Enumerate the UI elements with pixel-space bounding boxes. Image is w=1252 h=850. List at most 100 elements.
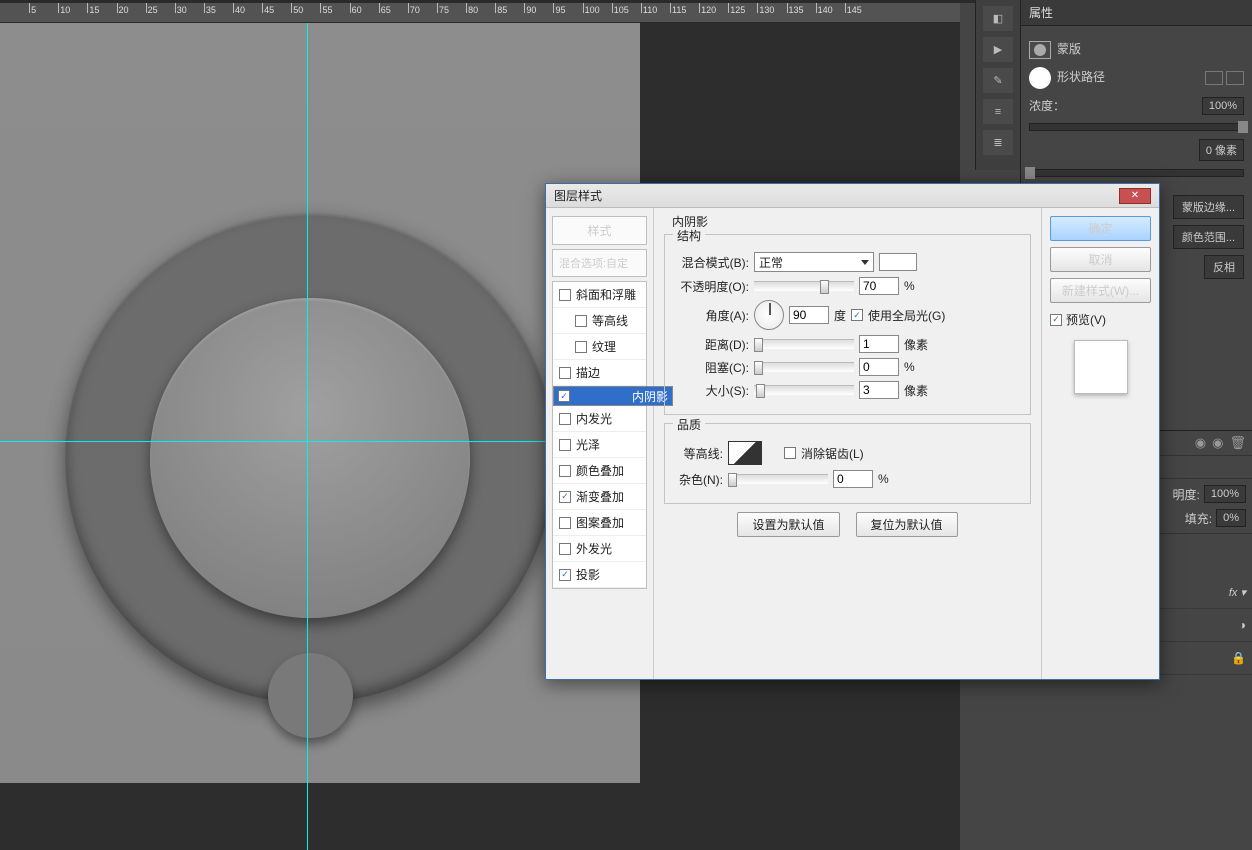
choke-slider[interactable] — [754, 362, 854, 372]
opacity-slider[interactable] — [754, 281, 854, 291]
guide-vertical[interactable] — [307, 23, 308, 850]
tool-icon[interactable]: ◧ — [983, 6, 1013, 31]
layers-icon[interactable]: ≣ — [983, 130, 1013, 155]
shape-thumb-icon — [1029, 67, 1051, 89]
style-checkbox[interactable] — [559, 413, 571, 425]
contour-picker[interactable] — [728, 441, 762, 465]
style-item[interactable]: 光泽 — [553, 432, 646, 458]
adjust-icon[interactable]: ≡ — [983, 99, 1013, 124]
style-item[interactable]: 内发光 — [553, 406, 646, 432]
px-unit: 像素 — [904, 382, 928, 399]
preview-checkbox[interactable] — [1050, 314, 1062, 326]
style-checkbox[interactable] — [559, 517, 571, 529]
new-style-button[interactable]: 新建样式(W)... — [1050, 278, 1151, 303]
style-label: 等高线 — [592, 312, 628, 329]
play-icon[interactable]: ▶ — [983, 37, 1013, 62]
style-checkbox[interactable] — [575, 341, 587, 353]
lock-icon[interactable]: 🔒 — [1231, 651, 1246, 665]
style-item[interactable]: 颜色叠加 — [553, 458, 646, 484]
style-label: 光泽 — [576, 436, 600, 453]
size-input[interactable] — [859, 381, 899, 399]
noise-input[interactable] — [833, 470, 873, 488]
styles-heading[interactable]: 样式 — [552, 216, 647, 245]
chevron-down-icon — [861, 260, 869, 265]
choke-input[interactable] — [859, 358, 899, 376]
size-label: 大小(S): — [675, 382, 749, 399]
shape-pin — [268, 653, 353, 738]
invert-button[interactable]: 反相 — [1204, 255, 1244, 279]
antialias-checkbox[interactable] — [784, 447, 796, 459]
mask-icon — [1029, 41, 1051, 59]
style-item[interactable]: 外发光 — [553, 536, 646, 562]
style-item[interactable]: 渐变叠加 — [553, 484, 646, 510]
angle-input[interactable] — [789, 306, 829, 324]
distance-input[interactable] — [859, 335, 899, 353]
style-item[interactable]: 描边 — [553, 360, 646, 386]
angle-dial[interactable] — [754, 300, 784, 330]
style-checkbox[interactable] — [559, 465, 571, 477]
angle-label: 角度(A): — [675, 307, 749, 324]
density-value[interactable]: 100% — [1202, 97, 1244, 115]
noise-slider[interactable] — [728, 474, 828, 484]
style-checkbox[interactable] — [559, 439, 571, 451]
reset-default-button[interactable]: 复位为默认值 — [856, 512, 958, 537]
dialog-titlebar[interactable]: 图层样式 ✕ — [546, 184, 1159, 208]
style-label: 描边 — [576, 364, 600, 381]
blend-mode-select[interactable]: 正常 — [754, 252, 874, 272]
properties-tab[interactable]: 属性 — [1021, 0, 1252, 26]
px-unit: 像素 — [904, 336, 928, 353]
layer-fill-value[interactable]: 0% — [1216, 509, 1246, 527]
percent-unit: % — [878, 472, 889, 486]
feather-value[interactable]: 0 像素 — [1199, 139, 1244, 161]
style-label: 颜色叠加 — [576, 462, 624, 479]
style-checkbox[interactable] — [558, 390, 570, 402]
style-list-column: 样式 混合选项:自定 斜面和浮雕等高线纹理描边内阴影内发光光泽颜色叠加渐变叠加图… — [546, 208, 654, 679]
style-item[interactable]: 纹理 — [553, 334, 646, 360]
style-checkbox[interactable] — [559, 491, 571, 503]
select-icon[interactable] — [1226, 71, 1244, 85]
set-default-button[interactable]: 设置为默认值 — [737, 512, 839, 537]
ok-button[interactable]: 确定 — [1050, 216, 1151, 241]
artboard — [0, 23, 640, 783]
distance-slider[interactable] — [754, 339, 854, 349]
style-checkbox[interactable] — [559, 289, 571, 301]
shadow-color-swatch[interactable] — [879, 253, 917, 271]
mask-edge-button[interactable]: 蒙版边缘... — [1173, 195, 1244, 219]
color-range-button[interactable]: 颜色范围... — [1173, 225, 1244, 249]
style-label: 外发光 — [576, 540, 612, 557]
close-button[interactable]: ✕ — [1119, 188, 1151, 204]
visibility-filter-icon[interactable]: ◉ — [1212, 435, 1223, 451]
trash-icon[interactable]: 🗑 — [1229, 435, 1246, 451]
distance-label: 距离(D): — [675, 336, 749, 353]
style-checkbox[interactable] — [559, 367, 571, 379]
size-slider[interactable] — [754, 385, 854, 395]
density-label: 浓度： — [1029, 97, 1065, 114]
style-label: 渐变叠加 — [576, 488, 624, 505]
style-checkbox[interactable] — [575, 315, 587, 327]
style-checkbox[interactable] — [559, 543, 571, 555]
brush-icon[interactable]: ✎ — [983, 68, 1013, 93]
opacity-label: 不透明度(O): — [675, 278, 749, 295]
style-item[interactable]: 斜面和浮雕 — [553, 282, 646, 308]
feather-slider[interactable] — [1029, 169, 1244, 177]
fx-icon[interactable]: fx ▾ — [1229, 586, 1246, 599]
blend-mode-label: 混合模式(B): — [675, 254, 749, 271]
mask-label: 蒙版 — [1057, 42, 1081, 56]
style-label: 斜面和浮雕 — [576, 286, 636, 303]
style-item[interactable]: 等高线 — [553, 308, 646, 334]
density-slider[interactable] — [1029, 123, 1244, 131]
style-checkbox[interactable] — [559, 569, 571, 581]
cancel-button[interactable]: 取消 — [1050, 247, 1151, 272]
style-item[interactable]: 图案叠加 — [553, 510, 646, 536]
style-label: 纹理 — [592, 338, 616, 355]
degree-unit: 度 — [834, 307, 846, 324]
opacity-input[interactable] — [859, 277, 899, 295]
style-item[interactable]: 投影 — [553, 562, 646, 588]
global-light-checkbox[interactable] — [851, 309, 863, 321]
layer-opacity-value[interactable]: 100% — [1204, 485, 1246, 503]
style-label: 图案叠加 — [576, 514, 624, 531]
link-icon[interactable] — [1205, 71, 1223, 85]
fill-label: 填充: — [1185, 510, 1212, 527]
blend-options-item[interactable]: 混合选项:自定 — [552, 249, 647, 277]
visibility-filter-icon[interactable]: ◉ — [1195, 435, 1206, 451]
